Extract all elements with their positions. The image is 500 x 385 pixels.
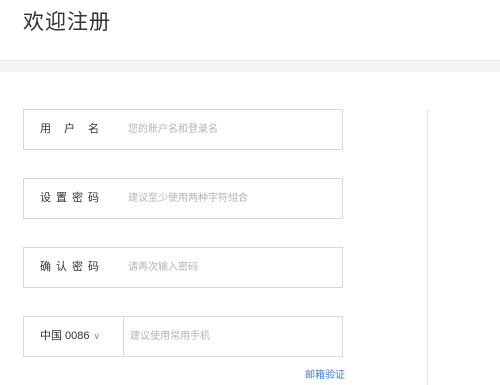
password-label: 设置密码 (40, 192, 104, 204)
vertical-divider (427, 110, 428, 385)
username-label: 用 户 名 (40, 123, 105, 135)
page-title: 欢迎注册 (23, 11, 111, 34)
username-field[interactable]: 用 户 名 (23, 109, 343, 150)
country-code-select[interactable]: 中国 0086 ∨ (24, 317, 124, 356)
confirm-password-field[interactable]: 确认密码 (23, 247, 343, 288)
phone-input[interactable] (130, 317, 335, 356)
phone-field[interactable]: 中国 0086 ∨ (23, 316, 343, 357)
page-header: 欢迎注册 (0, 0, 500, 61)
email-verification-link[interactable]: 邮箱验证 (305, 366, 345, 381)
confirm-password-input[interactable] (128, 248, 333, 287)
password-field[interactable]: 设置密码 (23, 178, 343, 219)
chevron-down-icon: ∨ (93, 331, 101, 341)
country-code-value: 中国 0086 (40, 330, 90, 342)
username-input[interactable] (128, 110, 333, 149)
password-input[interactable] (128, 179, 333, 218)
confirm-password-label: 确认密码 (40, 261, 104, 273)
